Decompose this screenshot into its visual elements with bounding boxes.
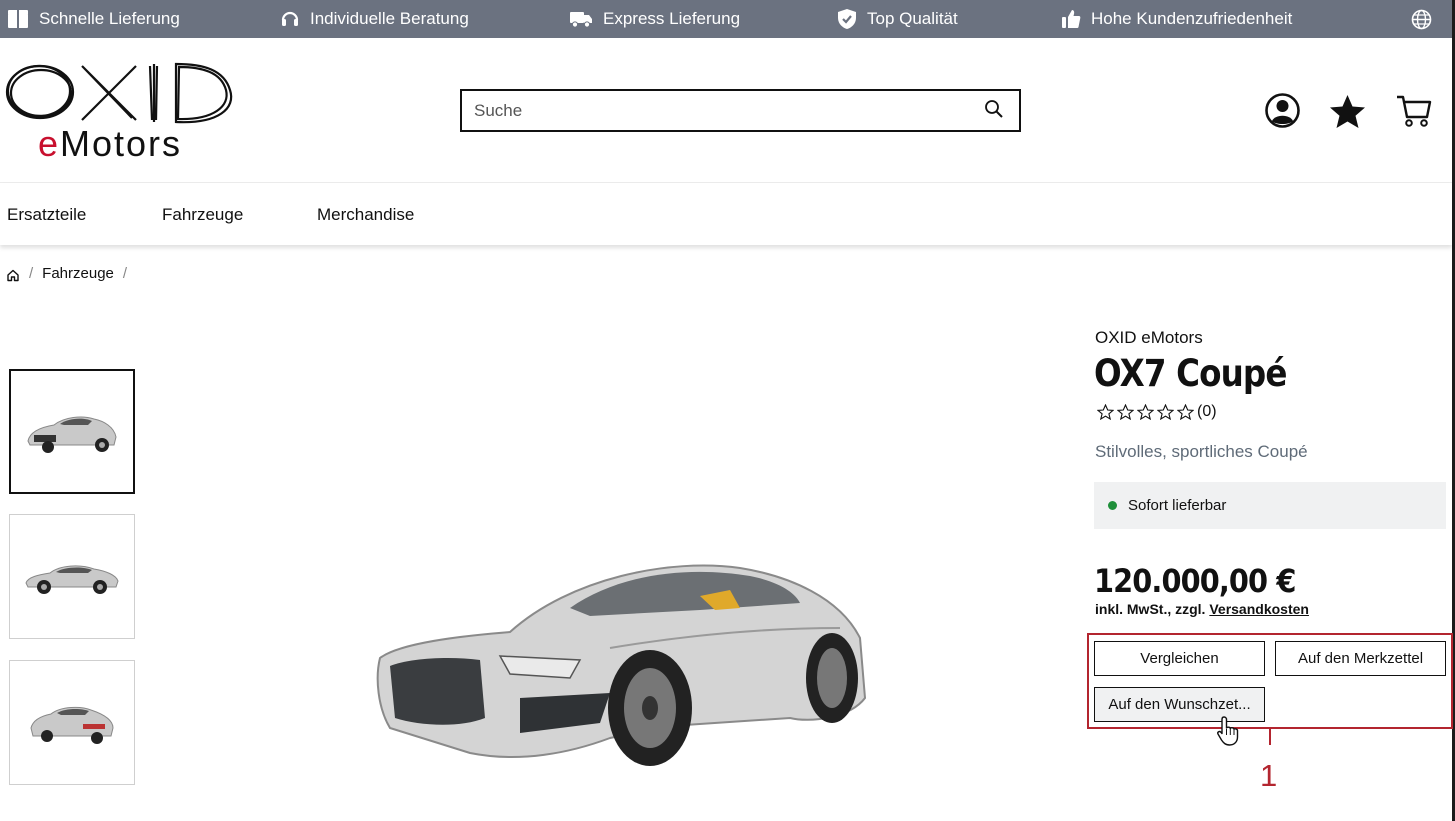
breadcrumb: / Fahrzeuge / bbox=[6, 264, 136, 282]
star-outline-icon bbox=[1157, 404, 1174, 420]
compare-button[interactable]: Vergleichen bbox=[1094, 641, 1265, 676]
usp-item: Individuelle Beratung bbox=[280, 0, 469, 38]
logo-accent-letter: e bbox=[38, 123, 58, 164]
usp-label: Individuelle Beratung bbox=[310, 9, 469, 28]
usp-item: Hohe Kundenzufriedenheit bbox=[1061, 0, 1292, 38]
logo-wordmark: Motors bbox=[60, 123, 182, 164]
stock-status: Sofort lieferbar bbox=[1094, 482, 1446, 529]
usp-label: Express Lieferung bbox=[603, 9, 741, 28]
rating-count: (0) bbox=[1197, 403, 1217, 420]
product-title: OX7 Coupé bbox=[1094, 352, 1287, 395]
car-side-thumbnail bbox=[25, 564, 119, 594]
stock-indicator-dot bbox=[1108, 501, 1117, 510]
usp-label: Top Qualität bbox=[867, 9, 958, 28]
vat-text: inkl. MwSt., zzgl. bbox=[1095, 601, 1206, 617]
globe-icon[interactable] bbox=[1411, 9, 1432, 30]
usp-item: Schnelle Lieferung bbox=[7, 0, 180, 38]
usp-label: Hohe Kundenzufriedenheit bbox=[1091, 9, 1293, 28]
product-price: 120.000,00 € bbox=[1094, 562, 1296, 600]
hand-pointer-cursor-icon bbox=[1217, 716, 1239, 746]
gift-box-icon bbox=[8, 10, 28, 28]
shop-logo[interactable]: e Motors bbox=[4, 58, 236, 168]
shipping-costs-link[interactable]: Versandkosten bbox=[1209, 601, 1309, 617]
home-icon[interactable] bbox=[6, 268, 20, 282]
account-icon[interactable] bbox=[1264, 92, 1301, 129]
oxid-emotors-logo: e Motors bbox=[5, 62, 233, 164]
callout-line bbox=[1269, 729, 1271, 745]
search-box bbox=[460, 89, 1021, 132]
breadcrumb-item[interactable]: Fahrzeuge bbox=[42, 265, 114, 282]
vat-info: inkl. MwSt., zzgl. Versandkosten bbox=[1095, 601, 1309, 617]
truck-icon bbox=[570, 12, 592, 28]
product-thumbnail[interactable] bbox=[9, 660, 135, 785]
star-outline-icon bbox=[1117, 404, 1134, 420]
thumbs-up-icon bbox=[1062, 10, 1081, 28]
usp-item: Top Qualität bbox=[837, 0, 958, 38]
star-outline-icon bbox=[1137, 404, 1154, 420]
stock-label: Sofort lieferbar bbox=[1128, 497, 1227, 514]
car-rear-thumbnail bbox=[30, 706, 114, 744]
shield-check-icon bbox=[838, 9, 856, 29]
usp-bar: Schnelle Lieferung Individuelle Beratung… bbox=[0, 0, 1452, 38]
usp-item: Express Lieferung bbox=[569, 0, 740, 38]
usp-label: Schnelle Lieferung bbox=[39, 9, 180, 28]
cart-icon[interactable] bbox=[1396, 94, 1432, 128]
add-to-noticelist-button[interactable]: Auf den Merkzettel bbox=[1275, 641, 1446, 676]
product-brand[interactable]: OXID eMotors bbox=[1095, 328, 1203, 348]
nav-item-ersatzteile[interactable]: Ersatzteile bbox=[7, 205, 86, 225]
search-icon[interactable] bbox=[984, 99, 1004, 119]
product-main-image[interactable] bbox=[370, 548, 870, 778]
car-front-thumbnail bbox=[27, 416, 117, 453]
breadcrumb-separator: / bbox=[122, 264, 128, 282]
nav-item-fahrzeuge[interactable]: Fahrzeuge bbox=[162, 205, 243, 225]
callout-number: 1 bbox=[1260, 758, 1278, 793]
nav-item-merchandise[interactable]: Merchandise bbox=[317, 205, 414, 225]
star-outline-icon bbox=[1097, 404, 1114, 420]
headset-icon bbox=[281, 11, 299, 26]
star-outline-icon bbox=[1177, 404, 1194, 420]
main-navigation: Ersatzteile Fahrzeuge Merchandise bbox=[0, 183, 1452, 245]
breadcrumb-separator: / bbox=[29, 264, 34, 282]
product-thumbnail[interactable] bbox=[9, 369, 135, 494]
car-main-picture bbox=[376, 564, 867, 766]
search-input[interactable] bbox=[474, 100, 974, 121]
product-short-description: Stilvolles, sportliches Coupé bbox=[1095, 442, 1308, 461]
product-rating[interactable]: (0) bbox=[1097, 403, 1217, 421]
product-thumbnail[interactable] bbox=[9, 514, 135, 639]
wishlist-star-icon[interactable] bbox=[1329, 94, 1366, 129]
